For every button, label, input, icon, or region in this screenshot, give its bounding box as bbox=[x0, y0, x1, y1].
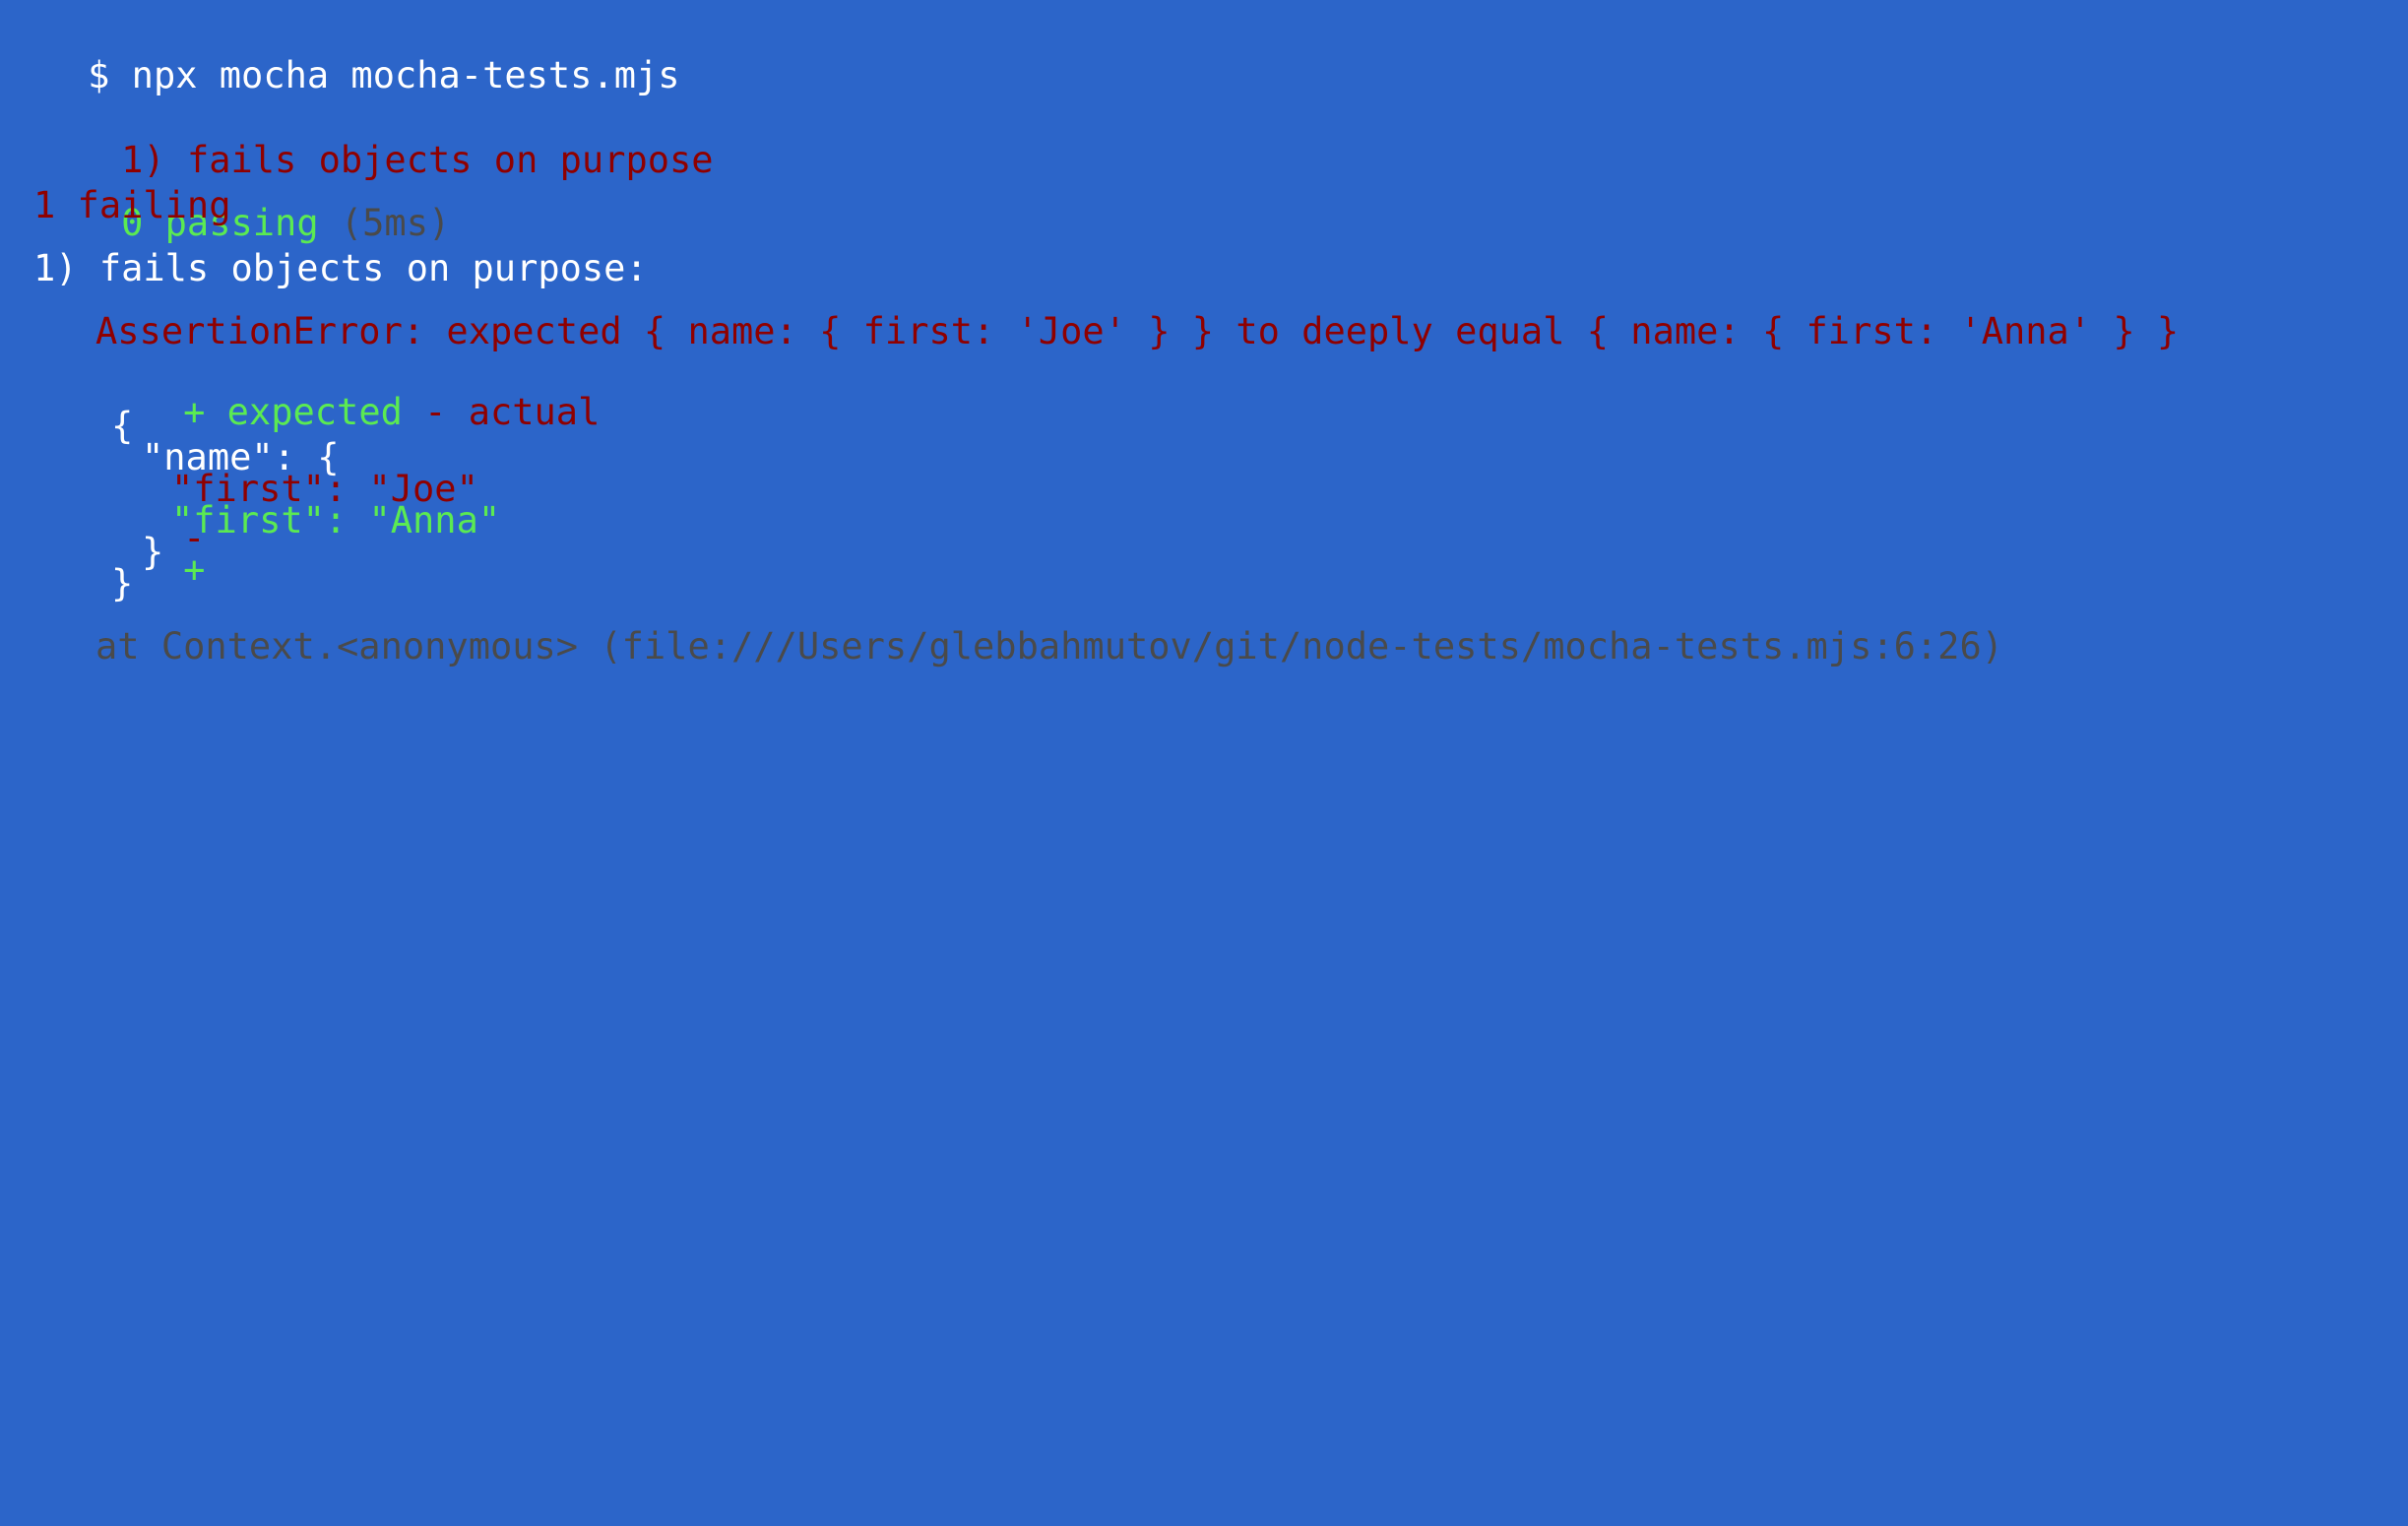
failure-summary-line: 1) fails objects on purpose bbox=[33, 87, 713, 181]
expected-legend: + expected bbox=[183, 391, 403, 433]
failure-heading: 1) fails objects on purpose: bbox=[33, 247, 648, 289]
diff-plus-sign: + bbox=[183, 548, 206, 591]
diff-legend: + expected - actual bbox=[95, 339, 600, 433]
actual-legend: - actual bbox=[402, 391, 601, 433]
command-line: $ npx mocha mocha-tests.mjs bbox=[0, 2, 679, 96]
diff-inner-close-brace: } bbox=[142, 531, 164, 573]
stack-trace-line: at Context.<anonymous> (file:///Users/gl… bbox=[95, 625, 2004, 668]
diff-open-brace: { bbox=[111, 405, 134, 447]
diff-added-value: "first": "Anna" bbox=[171, 499, 501, 541]
diff-outer-close-brace: } bbox=[111, 562, 134, 604]
failing-count: 1 failing bbox=[33, 184, 231, 226]
terminal-window[interactable]: $ npx mocha mocha-tests.mjs 1) fails obj… bbox=[0, 0, 2408, 1040]
passing-duration: (5ms) bbox=[318, 202, 451, 244]
